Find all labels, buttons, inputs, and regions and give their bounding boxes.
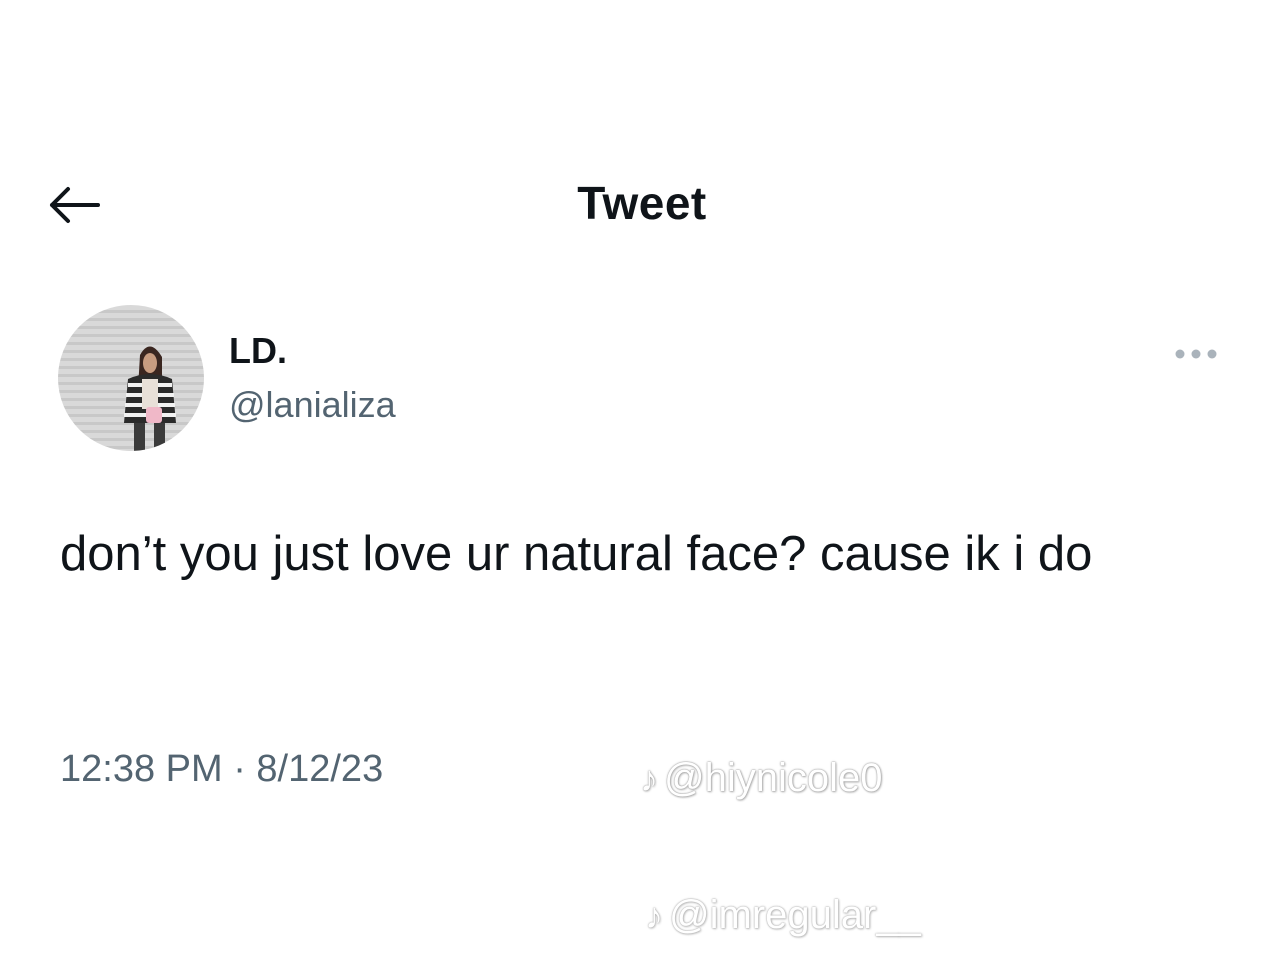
watermark-text: @hiynicole0 [664,756,883,800]
more-options-button[interactable] [1170,340,1222,368]
watermark-text: @imregular__ [669,893,921,937]
watermark: ♪ @hiynicole0 [640,756,883,801]
tiktok-icon: ♪ [645,894,663,936]
tweet-text: don’t you just love ur natural face? cau… [60,527,1093,581]
author-name[interactable]: LD. [229,330,287,372]
page-title: Tweet [577,177,707,229]
more-dots-icon [1175,349,1217,359]
author-handle[interactable]: @lanializa [229,384,396,426]
tiktok-icon: ♪ [640,757,658,799]
watermark: ♪ @imregular__ [645,893,921,938]
avatar[interactable] [58,305,204,451]
avatar-photo [124,346,176,451]
tweet-timestamp[interactable]: 12:38 PM · 8/12/23 [60,748,383,791]
